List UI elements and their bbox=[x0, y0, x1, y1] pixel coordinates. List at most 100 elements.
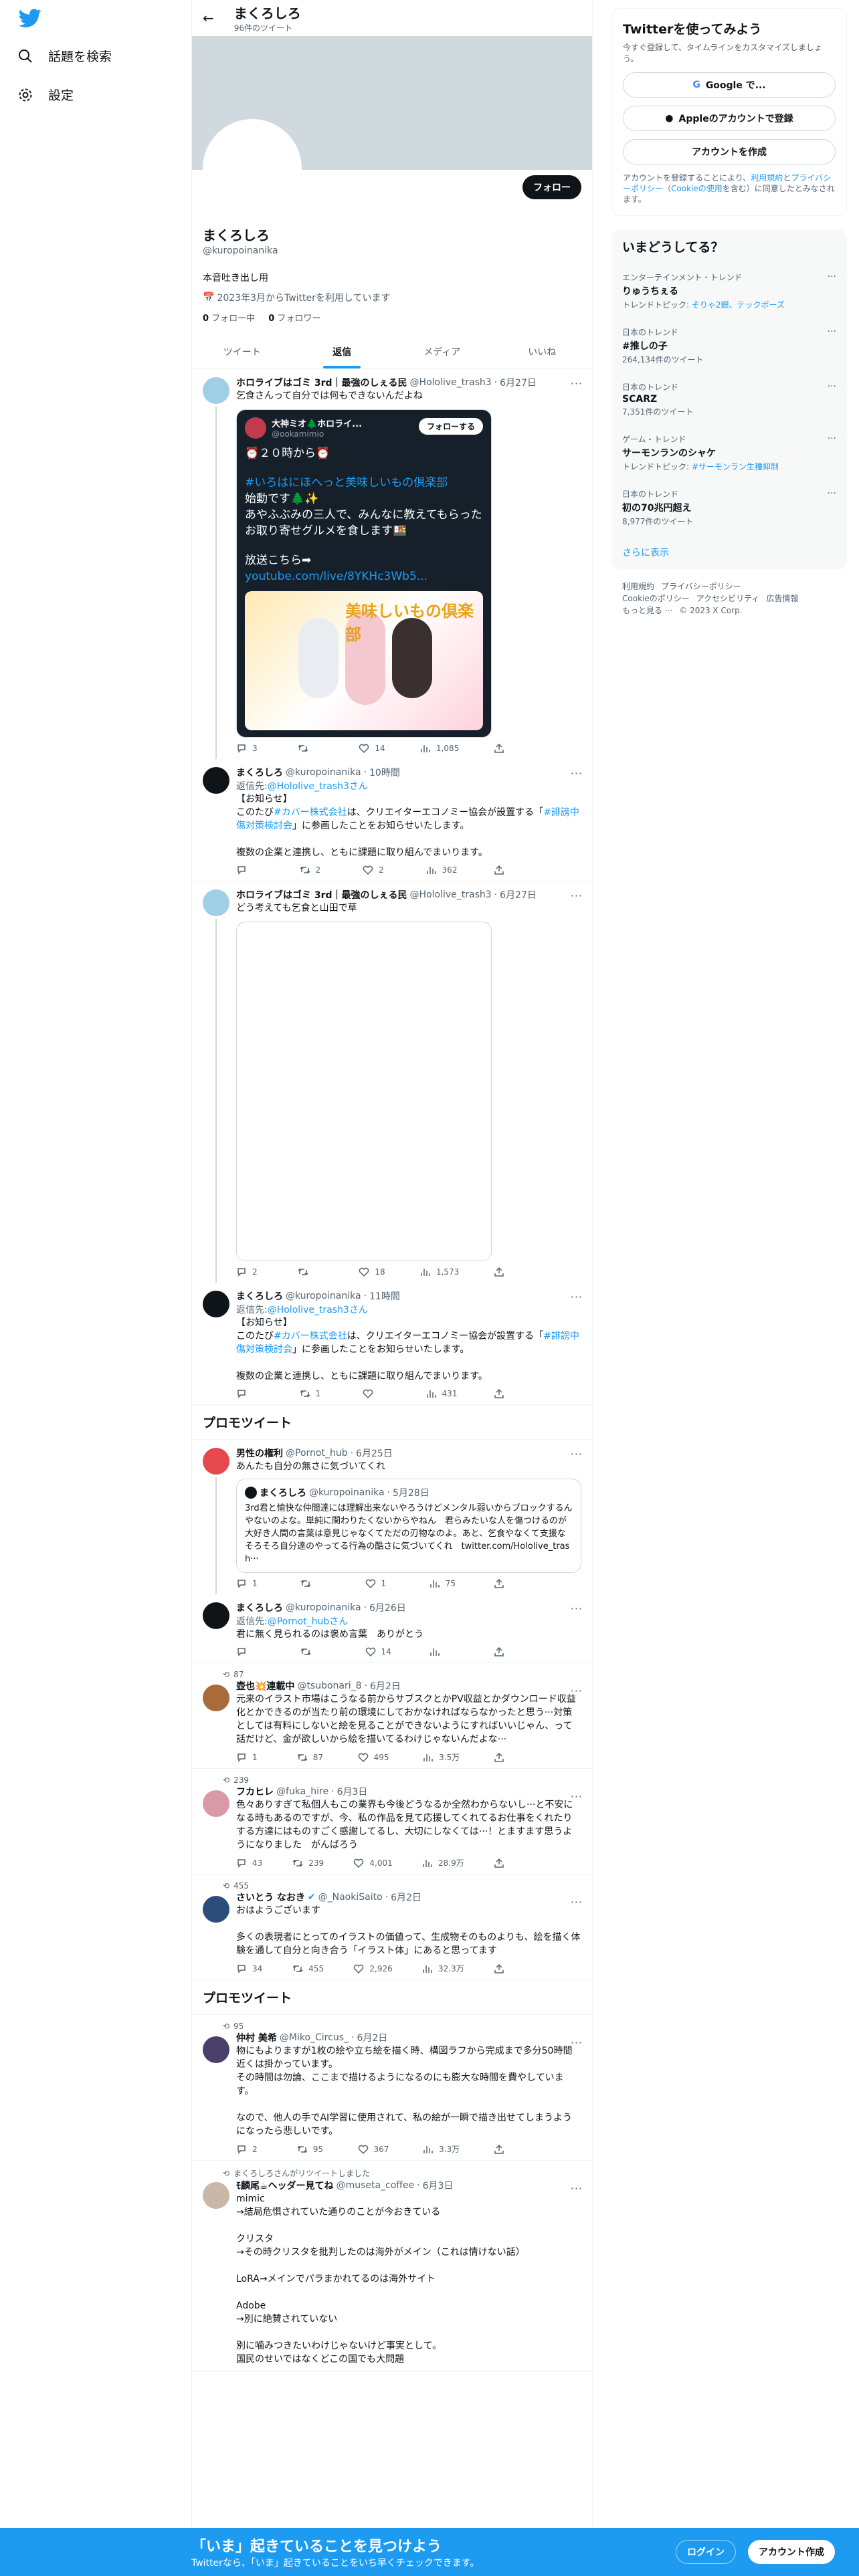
like-button[interactable]: 2,926 bbox=[353, 1963, 393, 1974]
more-icon[interactable]: ··· bbox=[571, 2182, 583, 2195]
avatar[interactable] bbox=[203, 2036, 229, 2063]
author-name[interactable]: ホロライブはゴミ 3rd｜最強のしぇる民 bbox=[236, 376, 407, 389]
retweet-button[interactable] bbox=[300, 1646, 327, 1657]
reply-button[interactable]: 34 bbox=[236, 1963, 263, 1974]
tweet-date[interactable]: 6月3日 bbox=[337, 1785, 368, 1798]
reply-button[interactable]: 2 bbox=[236, 2143, 263, 2155]
nav-explore[interactable]: 話題を検索 bbox=[17, 47, 112, 65]
share-button[interactable] bbox=[494, 1646, 520, 1657]
more-icon[interactable]: ··· bbox=[828, 433, 836, 444]
retweet-button[interactable] bbox=[298, 743, 324, 754]
trend-topic-link[interactable]: そりゃ2銀、テックポーズ bbox=[692, 300, 785, 310]
tweet[interactable]: ⟲ 455 ··· さいとう なおき ✔ @_NaokiSaito · 6月2日 おはよう… bbox=[192, 1874, 592, 1980]
avatar[interactable] bbox=[203, 377, 229, 404]
more-icon[interactable]: ··· bbox=[571, 377, 583, 390]
author-name[interactable]: 壺也💥連載中 bbox=[236, 1679, 294, 1693]
author-handle[interactable]: @tsubonari_8 bbox=[297, 1681, 361, 1691]
share-button[interactable] bbox=[494, 743, 520, 754]
like-button[interactable]: 18 bbox=[359, 1267, 385, 1277]
tweet[interactable]: ⟲ 239 ··· フカヒレ @fuka_hire · 6月3日 色々ありすぎて私個人も… bbox=[192, 1769, 592, 1874]
author-handle[interactable]: @kuropoinanika bbox=[286, 767, 361, 778]
more-icon[interactable]: ··· bbox=[828, 381, 836, 392]
share-button[interactable] bbox=[494, 1267, 520, 1277]
retweet-button[interactable]: 455 bbox=[292, 1963, 324, 1974]
trend-item[interactable]: ··· 日本のトレンド #推しの子 264,134件のツイート bbox=[611, 318, 847, 373]
tweet[interactable]: ··· まくろしろ @kuropoinanika · 11時間 返信先:@Hololi… bbox=[192, 1283, 592, 1405]
tweet-date[interactable]: 6月27日 bbox=[500, 376, 537, 389]
tweet-media[interactable] bbox=[236, 922, 492, 1261]
avatar[interactable] bbox=[203, 2182, 229, 2209]
tab-likes[interactable]: いいね bbox=[492, 334, 593, 368]
retweet-button[interactable]: 87 bbox=[297, 1751, 324, 1763]
tweet-date[interactable]: 6月2日 bbox=[391, 1891, 421, 1904]
views-button[interactable]: 362 bbox=[426, 865, 457, 875]
share-button[interactable] bbox=[494, 1857, 520, 1868]
tweet-date[interactable]: 11時間 bbox=[369, 1289, 400, 1303]
hashtag[interactable]: #カバー株式会社 bbox=[274, 1331, 347, 1341]
views-button[interactable]: 75 bbox=[430, 1578, 456, 1589]
reply-to-handle[interactable]: @Hololive_trash3さん bbox=[268, 781, 368, 792]
avatar[interactable] bbox=[203, 1685, 229, 1711]
terms-link[interactable]: 利用規約 bbox=[751, 173, 783, 183]
back-arrow-icon[interactable]: ← bbox=[203, 10, 214, 26]
avatar[interactable] bbox=[203, 889, 229, 916]
quoted-tweet[interactable]: まくろしろ @kuropoinanika · 5月28日 3rd君と愉快な仲間達には理… bbox=[236, 1479, 581, 1573]
tab-media[interactable]: メディア bbox=[392, 334, 492, 368]
footer-link[interactable]: アクセシビリティ bbox=[696, 594, 760, 603]
avatar[interactable] bbox=[203, 767, 229, 794]
like-button[interactable]: 367 bbox=[358, 2143, 389, 2155]
share-button[interactable] bbox=[494, 1578, 520, 1589]
more-icon[interactable]: ··· bbox=[571, 1685, 583, 1697]
following-link[interactable]: 0 フォロー中 bbox=[203, 311, 255, 324]
tweet[interactable]: ··· 男性の権利 @Pornot_hub · 6月25日 あんたも自分の無さに気づい… bbox=[192, 1440, 592, 1594]
nav-settings[interactable]: 設定 bbox=[17, 86, 74, 104]
tweet-date[interactable]: 6月2日 bbox=[357, 2031, 387, 2044]
card-follow-button[interactable]: フォローする bbox=[418, 418, 483, 435]
like-button[interactable]: 14 bbox=[359, 743, 385, 754]
share-button[interactable] bbox=[494, 1963, 520, 1974]
apple-signup-button[interactable]: ● Appleのアカウントで登録 bbox=[623, 106, 836, 131]
trend-topic-link[interactable]: #サーモンラン生種抑制 bbox=[692, 462, 779, 471]
card-link[interactable]: youtube.com/live/8YKHc3Wb5... bbox=[245, 570, 427, 583]
like-button[interactable]: 2 bbox=[363, 865, 389, 875]
reply-button[interactable] bbox=[236, 1388, 263, 1399]
tweet-date[interactable]: 6月3日 bbox=[423, 2179, 454, 2192]
more-icon[interactable]: ··· bbox=[828, 488, 836, 499]
hashtag[interactable]: #カバー株式会社 bbox=[274, 807, 347, 818]
tab-tweets[interactable]: ツイート bbox=[192, 334, 292, 368]
trend-item[interactable]: ··· ゲーム・トレンド サーモンランのシャケ トレンドトピック: #サーモンラン生種… bbox=[611, 425, 847, 480]
views-button[interactable]: 28.9万 bbox=[422, 1857, 464, 1868]
avatar[interactable] bbox=[203, 1790, 229, 1817]
card-image[interactable]: 美味しいもの倶楽部 bbox=[245, 591, 483, 730]
reply-button[interactable]: 2 bbox=[236, 1267, 263, 1277]
tweet-date[interactable]: 6月27日 bbox=[500, 888, 537, 901]
avatar[interactable] bbox=[203, 1291, 229, 1317]
footer-link[interactable]: 利用規約 bbox=[622, 582, 654, 591]
author-name[interactable]: 男性の権利 bbox=[236, 1446, 283, 1460]
more-icon[interactable]: ··· bbox=[571, 2036, 583, 2049]
like-button[interactable] bbox=[363, 1388, 389, 1399]
author-handle[interactable]: @fuka_hire bbox=[276, 1786, 328, 1797]
reply-button[interactable]: 3 bbox=[236, 743, 263, 754]
share-button[interactable] bbox=[494, 2143, 520, 2155]
avatar[interactable] bbox=[203, 1602, 229, 1629]
more-icon[interactable]: ··· bbox=[828, 326, 836, 337]
retweet-button[interactable]: 1 bbox=[299, 1388, 326, 1399]
google-signup-button[interactable]: G Google で... bbox=[623, 72, 836, 98]
twitter-logo-icon[interactable] bbox=[19, 7, 41, 29]
tweet-date[interactable]: 10時間 bbox=[369, 766, 400, 779]
author-handle[interactable]: @kuropoinanika bbox=[286, 1602, 361, 1613]
avatar[interactable] bbox=[203, 1896, 229, 1923]
author-handle[interactable]: @kuropoinanika bbox=[286, 1291, 361, 1301]
like-button[interactable]: 495 bbox=[358, 1751, 389, 1763]
followers-link[interactable]: 0 フォロワー bbox=[268, 311, 320, 324]
more-icon[interactable]: ··· bbox=[571, 889, 583, 902]
like-button[interactable]: 14 bbox=[365, 1646, 392, 1657]
reply-button[interactable]: 1 bbox=[236, 1751, 263, 1763]
reply-button[interactable] bbox=[236, 1646, 263, 1657]
author-handle[interactable]: @museta_coffee bbox=[337, 2180, 415, 2191]
author-handle[interactable]: @Miko_Circus_ bbox=[280, 2032, 349, 2043]
tweet[interactable]: ··· ホロライブはゴミ 3rd｜最強のしぇる民 @Hololive_trash3… bbox=[192, 881, 592, 1283]
more-icon[interactable]: ··· bbox=[571, 1896, 583, 1909]
embedded-card[interactable]: 大神ミオ🌲ホロライ... @ookamimio フォローする ⏰２０時から⏰ #い… bbox=[236, 409, 492, 738]
